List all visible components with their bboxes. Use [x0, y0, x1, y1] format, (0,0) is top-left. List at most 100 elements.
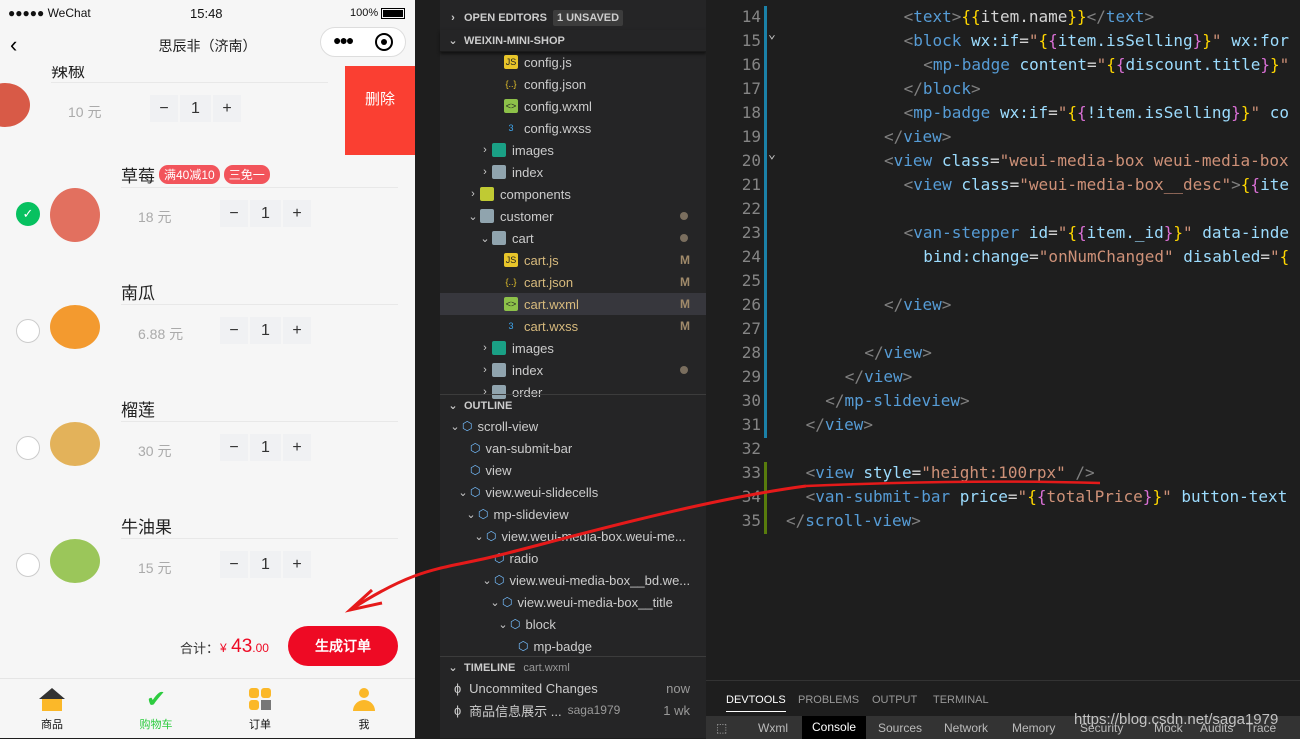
outline-item[interactable]: ⬡ van-submit-bar — [440, 437, 706, 459]
tab-2[interactable]: 订单 — [208, 688, 312, 732]
quantity-stepper[interactable]: −1 + — [220, 434, 311, 461]
code-line[interactable]: <van-stepper id="{{item._id}}" data-inde — [904, 223, 1289, 242]
devtools-tab-console[interactable]: Console — [802, 716, 867, 739]
close-miniprogram-icon[interactable] — [375, 33, 393, 51]
decrease-button[interactable]: − — [220, 551, 248, 578]
file-tree-item[interactable]: › images — [440, 139, 706, 161]
delete-button[interactable]: 删除 — [345, 66, 415, 155]
file-tree-item[interactable]: ⌄ cart — [440, 227, 706, 249]
decrease-button[interactable]: − — [220, 200, 248, 227]
file-tree-item[interactable]: ⌄ customer — [440, 205, 706, 227]
timeline-header[interactable]: ⌄ TIMELINE cart.wxml — [440, 656, 706, 678]
code-token: view — [903, 295, 942, 314]
code-line[interactable]: </view> — [884, 295, 951, 314]
radio-unchecked[interactable] — [16, 436, 40, 460]
radio-checked[interactable]: ✓ — [16, 202, 40, 226]
quantity-value[interactable]: 1 — [250, 434, 281, 461]
increase-button[interactable]: + — [283, 200, 311, 227]
code-line[interactable]: <view class="weui-media-box__desc">{{ite — [904, 175, 1289, 194]
file-tree-item[interactable]: <> cart.wxml M — [440, 293, 706, 315]
panel-tab-terminal[interactable]: TERMINAL — [933, 694, 989, 706]
file-tree-item[interactable]: JS config.js — [440, 51, 706, 73]
decrease-button[interactable]: − — [220, 317, 248, 344]
file-name: config.js — [524, 54, 572, 70]
code-line[interactable]: <mp-badge wx:if="{{!item.isSelling}}" co — [904, 103, 1289, 122]
outline-header[interactable]: ⌄ OUTLINE — [440, 394, 706, 416]
file-tree-item[interactable]: 3 cart.wxss M — [440, 315, 706, 337]
increase-button[interactable]: + — [283, 317, 311, 344]
fold-chevron-icon[interactable]: ⌄ — [768, 147, 776, 162]
tab-3[interactable]: 我 — [312, 688, 415, 732]
code-line[interactable]: </mp-slideview> — [825, 391, 970, 410]
file-tree-item[interactable]: JS cart.js M — [440, 249, 706, 271]
devtools-tab-wxml[interactable]: Wxml — [758, 721, 788, 735]
code-line[interactable]: </view> — [884, 127, 951, 146]
file-tree-item[interactable]: › index — [440, 161, 706, 183]
code-line[interactable]: </scroll-view> — [786, 511, 921, 530]
outline-item[interactable]: ⌄ ⬡ view.weui-media-box__bd.we... — [440, 569, 706, 591]
code-line[interactable]: </view> — [806, 415, 873, 434]
file-tree-item[interactable]: 3 config.wxss — [440, 117, 706, 139]
code-line[interactable]: <van-submit-bar price="{{totalPrice}}" b… — [806, 487, 1288, 506]
file-tree-item[interactable]: › components — [440, 183, 706, 205]
panel-tab-devtools[interactable]: DEVTOOLS — [726, 694, 786, 712]
devtools-tab-network[interactable]: Network — [944, 721, 988, 735]
outline-item[interactable]: ⌄ ⬡ view.weui-slidecells — [440, 481, 706, 503]
outline-item[interactable]: ⌄ ⬡ view.weui-media-box__title — [440, 591, 706, 613]
outline-item[interactable]: ⌄ ⬡ view.weui-media-box.weui-me... — [440, 525, 706, 547]
code-line[interactable]: <view class="weui-media-box weui-media-b… — [884, 151, 1289, 170]
quantity-value[interactable]: 1 — [250, 200, 281, 227]
decrease-button[interactable]: − — [220, 434, 248, 461]
outline-item[interactable]: ⬡ view — [440, 459, 706, 481]
increase-button[interactable]: + — [283, 551, 311, 578]
devtools-tab-memory[interactable]: Memory — [1012, 721, 1055, 735]
timeline-item[interactable]: ɸ 商品信息展示 ... saga1979 1 wk — [440, 699, 706, 721]
file-tree-item[interactable]: › images — [440, 337, 706, 359]
quantity-value[interactable]: 1 — [250, 551, 281, 578]
code-line[interactable]: <mp-badge content="{{discount.title}}" — [923, 55, 1289, 74]
code-token: { — [1250, 175, 1261, 194]
decrease-button[interactable]: − — [150, 95, 178, 122]
quantity-stepper[interactable]: −1 + — [220, 200, 311, 227]
quantity-stepper[interactable]: −1 + — [150, 95, 241, 122]
quantity-stepper[interactable]: −1 + — [220, 551, 311, 578]
code-editor[interactable]: 14 <text>{{item.name}}</text> 15 ⌄ <block wx… — [706, 0, 1300, 680]
radio-unchecked[interactable] — [16, 553, 40, 577]
file-tree-item[interactable]: {..} config.json — [440, 73, 706, 95]
file-tree-item[interactable]: <> config.wxml — [440, 95, 706, 117]
devtools-tab-sources[interactable]: Sources — [878, 721, 922, 735]
radio-unchecked[interactable] — [16, 319, 40, 343]
quantity-value[interactable]: 1 — [180, 95, 211, 122]
file-tree-item[interactable]: {..} cart.json M — [440, 271, 706, 293]
code-line[interactable]: </view> — [864, 343, 931, 362]
quantity-value[interactable]: 1 — [250, 317, 281, 344]
outline-item[interactable]: ⌄ ⬡ scroll-view — [440, 415, 706, 437]
fold-chevron-icon[interactable]: ⌄ — [768, 27, 776, 42]
outline-item[interactable]: ⬡ radio — [440, 547, 706, 569]
tab-0[interactable]: 商品 — [0, 688, 104, 732]
outline-item[interactable]: ⌄ ⬡ mp-slideview — [440, 503, 706, 525]
submit-order-button[interactable]: 生成订单 — [288, 626, 398, 666]
tab-1[interactable]: ✔ 购物车 — [104, 688, 208, 732]
increase-button[interactable]: + — [283, 434, 311, 461]
code-line[interactable]: bind:change="onNumChanged" disabled="{ — [923, 247, 1289, 266]
panel-tab-output[interactable]: OUTPUT — [872, 694, 917, 706]
code-line[interactable]: </block> — [904, 79, 981, 98]
outline-item[interactable]: ⬡ mp-badge — [440, 635, 706, 657]
file-tree-item[interactable]: › index — [440, 359, 706, 381]
capsule-menu[interactable]: ●●● — [320, 27, 406, 57]
panel-tab-problems[interactable]: PROBLEMS — [798, 694, 859, 706]
increase-button[interactable]: + — [213, 95, 241, 122]
outline-item[interactable]: ⌄ ⬡ block — [440, 613, 706, 635]
code-line[interactable]: <view style="height:100rpx" /> — [806, 463, 1095, 482]
more-icon[interactable]: ●●● — [333, 32, 354, 48]
timeline-item[interactable]: ɸ Uncommited Changes now — [440, 677, 706, 699]
code-line[interactable]: <text>{{item.name}}</text> — [904, 7, 1154, 26]
code-token: </ — [884, 295, 904, 314]
project-header[interactable]: ⌄ WEIXIN-MINI-SHOP — [440, 30, 706, 52]
quantity-stepper[interactable]: −1 + — [220, 317, 311, 344]
code-line[interactable]: <block wx:if="{{item.isSelling}}" wx:for — [904, 31, 1289, 50]
code-line[interactable]: </view> — [845, 367, 912, 386]
open-editors-header[interactable]: › OPEN EDITORS 1 UNSAVED — [440, 7, 706, 29]
inspect-element-icon[interactable]: ⬚ — [716, 721, 727, 735]
